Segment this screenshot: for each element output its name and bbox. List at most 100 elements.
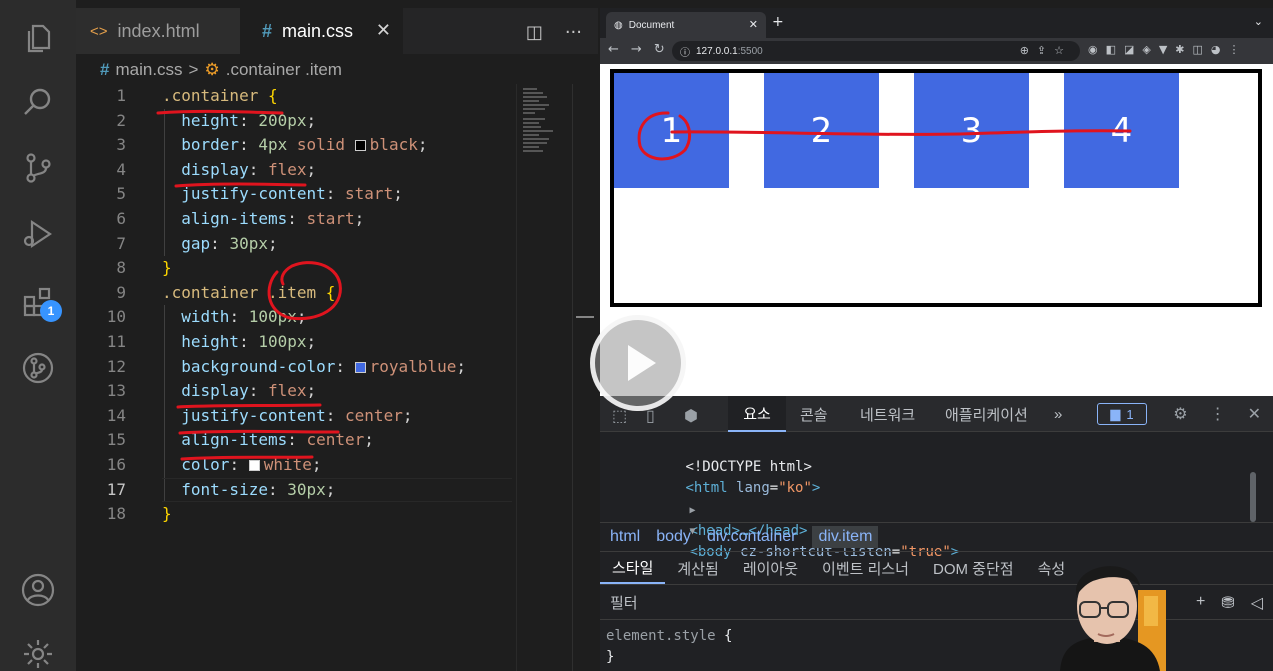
tab-console[interactable]: 콘솔	[800, 396, 828, 432]
tab-elements[interactable]: 요소	[728, 396, 786, 432]
crumb-body[interactable]: body	[656, 528, 691, 546]
vertical-scrollbar[interactable]	[572, 84, 594, 671]
back-icon[interactable]: ←	[608, 42, 619, 57]
code-text: justify-content: center;	[162, 404, 412, 429]
browser-tab[interactable]: ◍ Document ✕	[606, 12, 766, 38]
style-rules[interactable]: element.style { }	[606, 626, 732, 668]
color-swatch[interactable]	[248, 460, 260, 471]
code-line[interactable]: 11 height: 100px;	[76, 330, 516, 355]
reload-icon[interactable]: ↻	[654, 42, 665, 57]
code-token: start	[345, 184, 394, 204]
color-swatch[interactable]	[354, 361, 366, 373]
close-icon[interactable]: ✕	[1248, 404, 1261, 424]
code-text: width: 100px;	[162, 305, 306, 330]
tab-main-css[interactable]: # main.css ✕	[240, 8, 403, 54]
account-icon[interactable]	[18, 570, 58, 610]
tab-index-html[interactable]: <> index.html	[76, 8, 240, 54]
selector-symbol-icon: ⚙	[204, 60, 220, 79]
dom-tree-scrollbar[interactable]	[1250, 472, 1256, 522]
code-line[interactable]: 15 align-items: center;	[76, 428, 516, 453]
split-editor-icon[interactable]: ◫	[526, 22, 543, 43]
scrollbar-thumb[interactable]	[576, 316, 594, 318]
tab-layout[interactable]: 레이아웃	[731, 552, 810, 584]
code-line[interactable]: 16 color: white;	[76, 453, 516, 478]
code-token: .container	[162, 86, 268, 105]
code-line[interactable]: 8}	[76, 256, 516, 281]
gear-icon[interactable]: ⚙	[1173, 404, 1187, 424]
code-token: justify-content	[162, 184, 326, 204]
globe-icon: ◍	[614, 19, 623, 31]
code-line[interactable]: 9 .container .item {	[76, 281, 516, 306]
code-line[interactable]: 5 justify-content: start;	[76, 182, 516, 207]
address-bar[interactable]: ⓘ 127.0.0.1:5500 ⊕⇪☆	[672, 41, 1080, 61]
devtools-panel: ⬚ ▯ ⬢ 요소 콘솔 네트워크 애플리케이션 » ▆ 1 ⚙ ⋮ ✕ <!DO…	[600, 396, 1273, 671]
code-token: 30px	[229, 233, 268, 253]
devtools-tab-bar: ⬚ ▯ ⬢ 요소 콘솔 네트워크 애플리케이션 » ▆ 1 ⚙ ⋮ ✕	[600, 396, 1273, 432]
breadcrumb-symbol[interactable]: .container .item	[226, 60, 342, 80]
extensions-badge: 1	[40, 300, 62, 322]
code-line[interactable]: 6 align-items: start;	[76, 207, 516, 232]
new-rule-icon[interactable]: +	[1196, 593, 1205, 613]
toggle-sidebar-icon[interactable]: ◁	[1251, 593, 1263, 613]
code-line[interactable]: 13 display: flex;	[76, 379, 516, 404]
kebab-menu-icon[interactable]: ⋮	[1210, 404, 1226, 424]
code-line[interactable]: 3 border: 4px solid black;	[76, 133, 516, 158]
crumb-div-item[interactable]: div.item	[812, 526, 879, 548]
close-icon[interactable]: ✕	[376, 20, 391, 41]
code-token: center	[345, 405, 403, 425]
html-file-icon: <>	[90, 22, 108, 40]
tab-network[interactable]: 네트워크	[860, 396, 915, 432]
code-line[interactable]: 14 justify-content: center;	[76, 404, 516, 429]
play-icon	[628, 345, 656, 381]
breadcrumb-separator: >	[188, 60, 199, 79]
source-control-icon[interactable]	[18, 148, 58, 188]
more-tabs-button[interactable]: »	[1054, 396, 1062, 432]
code-line[interactable]: 18}	[76, 502, 516, 527]
filter-input[interactable]: 필터	[604, 589, 1044, 615]
crumb-div-container[interactable]: div.container	[707, 528, 797, 546]
close-icon[interactable]: ✕	[749, 18, 758, 31]
code-token: :	[287, 209, 307, 228]
forward-icon[interactable]: →	[631, 42, 642, 57]
code-token: :	[267, 479, 288, 499]
code-token: .container .item	[162, 282, 326, 302]
tab-application[interactable]: 애플리케이션	[945, 396, 1028, 432]
tab-event-listeners[interactable]: 이벤트 리스너	[810, 552, 921, 584]
code-line[interactable]: 4 display: flex;	[76, 158, 516, 183]
code-line[interactable]: 10 width: 100px;	[76, 305, 516, 330]
code-line[interactable]: 17 font-size: 30px;	[76, 477, 516, 503]
search-icon[interactable]	[18, 82, 58, 122]
code-token: justify-content	[162, 405, 326, 425]
git-graph-icon[interactable]	[18, 348, 58, 388]
tab-computed[interactable]: 계산됨	[665, 552, 730, 584]
styles-subtab-bar: 스타일 계산됨 레이아웃 이벤트 리스너 DOM 중단점 속성	[600, 552, 1273, 584]
tab-dom-breakpoints[interactable]: DOM 중단점	[921, 552, 1026, 584]
code-line[interactable]: 12 background-color: royalblue;	[76, 355, 516, 380]
code-line[interactable]: 1 .container {	[76, 84, 516, 109]
code-token: :	[239, 110, 259, 130]
code-text: }	[162, 256, 172, 281]
color-swatch[interactable]	[354, 140, 366, 152]
css-file-icon: #	[100, 60, 110, 79]
line-number: 17	[106, 479, 126, 499]
breadcrumb-file[interactable]: main.css	[115, 60, 182, 80]
code-token: ;	[354, 209, 365, 228]
line-number: 5	[116, 184, 126, 204]
issues-badge[interactable]: ▆ 1	[1097, 403, 1147, 425]
tab-styles[interactable]: 스타일	[600, 552, 666, 584]
paint-icon[interactable]: ⛃	[1221, 593, 1234, 613]
chevron-down-icon[interactable]: ⌄	[1254, 15, 1263, 28]
video-play-button[interactable]	[590, 315, 686, 411]
3d-view-icon[interactable]: ⬢	[684, 406, 698, 426]
crumb-html[interactable]: html	[610, 528, 640, 546]
minimap[interactable]	[516, 84, 572, 671]
explorer-icon[interactable]	[18, 18, 58, 58]
settings-gear-icon[interactable]	[18, 634, 58, 671]
extension-icons[interactable]: ◉◧◪◈▼✱◫◕⋮	[1088, 43, 1248, 56]
code-line[interactable]: 2 height: 200px;	[76, 109, 516, 134]
run-debug-icon[interactable]	[18, 214, 58, 254]
code-line[interactable]: 7 gap: 30px;	[76, 232, 516, 257]
dom-tree[interactable]: <!DOCTYPE html> <html lang="ko"> ▶ <head…	[600, 432, 1260, 560]
new-tab-button[interactable]: +	[772, 14, 784, 30]
more-actions-icon[interactable]: ···	[565, 22, 582, 43]
